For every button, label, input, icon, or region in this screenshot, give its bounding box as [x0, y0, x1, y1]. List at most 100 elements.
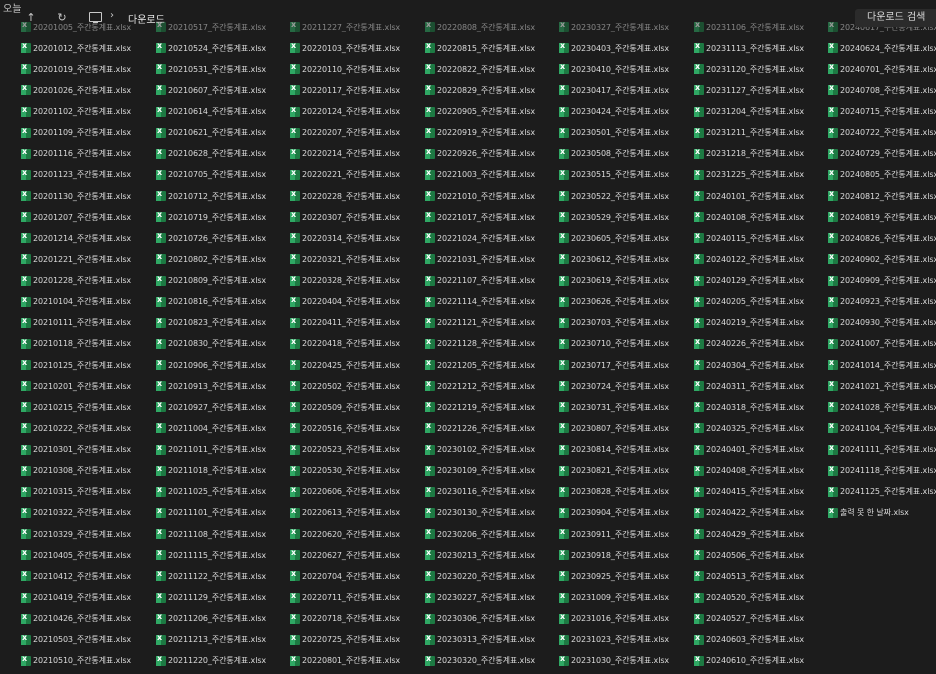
- file-item[interactable]: 20230925_주간통계표.xlsx: [559, 569, 691, 583]
- file-item[interactable]: 20231218_주간통계표.xlsx: [694, 147, 826, 161]
- file-item[interactable]: 20211122_주간통계표.xlsx: [156, 569, 288, 583]
- file-item[interactable]: 20240722_주간통계표.xlsx: [828, 126, 936, 140]
- file-item[interactable]: 20220801_주간통계표.xlsx: [290, 654, 422, 668]
- file-item[interactable]: 20230313_주간통계표.xlsx: [425, 633, 557, 647]
- file-item[interactable]: 20210125_주간통계표.xlsx: [21, 358, 153, 372]
- file-item[interactable]: 20220627_주간통계표.xlsx: [290, 548, 422, 562]
- file-item[interactable]: 20240325_주간통계표.xlsx: [694, 421, 826, 435]
- file-item[interactable]: 20240902_주간통계표.xlsx: [828, 252, 936, 266]
- file-item[interactable]: 20230424_주간통계표.xlsx: [559, 105, 691, 119]
- file-item[interactable]: 20240527_주간통계표.xlsx: [694, 612, 826, 626]
- file-item[interactable]: 20230612_주간통계표.xlsx: [559, 252, 691, 266]
- file-item[interactable]: 20241104_주간통계표.xlsx: [828, 421, 936, 435]
- file-item[interactable]: 20230710_주간통계표.xlsx: [559, 337, 691, 351]
- file-item[interactable]: 20210503_주간통계표.xlsx: [21, 633, 153, 647]
- file-item[interactable]: 20201123_주간통계표.xlsx: [21, 168, 153, 182]
- file-item[interactable]: 20210322_주간통계표.xlsx: [21, 506, 153, 520]
- file-item[interactable]: 20220530_주간통계표.xlsx: [290, 464, 422, 478]
- file-item[interactable]: 20230116_주간통계표.xlsx: [425, 485, 557, 499]
- file-item[interactable]: 20220829_주간통계표.xlsx: [425, 83, 557, 97]
- file-item[interactable]: 20221107_주간통계표.xlsx: [425, 274, 557, 288]
- file-item[interactable]: 20220815_주간통계표.xlsx: [425, 41, 557, 55]
- file-item[interactable]: 20211025_주간통계표.xlsx: [156, 485, 288, 499]
- file-item[interactable]: 20240930_주간통계표.xlsx: [828, 316, 936, 330]
- file-item[interactable]: 20241118_주간통계표.xlsx: [828, 464, 936, 478]
- file-item[interactable]: 20231023_주간통계표.xlsx: [559, 633, 691, 647]
- file-item[interactable]: 20230206_주간통계표.xlsx: [425, 527, 557, 541]
- file-item[interactable]: 20221128_주간통계표.xlsx: [425, 337, 557, 351]
- file-item[interactable]: 20230220_주간통계표.xlsx: [425, 569, 557, 583]
- file-item[interactable]: 20231030_주간통계표.xlsx: [559, 654, 691, 668]
- file-item[interactable]: 20241014_주간통계표.xlsx: [828, 358, 936, 372]
- file-item[interactable]: 20240129_주간통계표.xlsx: [694, 274, 826, 288]
- file-item[interactable]: 20231120_주간통계표.xlsx: [694, 62, 826, 76]
- file-item[interactable]: 20240219_주간통계표.xlsx: [694, 316, 826, 330]
- file-item[interactable]: 20211018_주간통계표.xlsx: [156, 464, 288, 478]
- file-item[interactable]: 20220103_주간통계표.xlsx: [290, 41, 422, 55]
- file-item[interactable]: 20211108_주간통계표.xlsx: [156, 527, 288, 541]
- file-item[interactable]: 20230227_주간통계표.xlsx: [425, 591, 557, 605]
- file-item[interactable]: 20230619_주간통계표.xlsx: [559, 274, 691, 288]
- file-item[interactable]: 20220228_주간통계표.xlsx: [290, 189, 422, 203]
- search-input[interactable]: [855, 9, 936, 27]
- file-item[interactable]: 20240304_주간통계표.xlsx: [694, 358, 826, 372]
- file-item[interactable]: 20220418_주간통계표.xlsx: [290, 337, 422, 351]
- file-item[interactable]: 20240422_주간통계표.xlsx: [694, 506, 826, 520]
- file-item[interactable]: 20210719_주간통계표.xlsx: [156, 210, 288, 224]
- file-item[interactable]: 20240205_주간통계표.xlsx: [694, 295, 826, 309]
- file-item[interactable]: 20220328_주간통계표.xlsx: [290, 274, 422, 288]
- file-item[interactable]: 20220110_주간통계표.xlsx: [290, 62, 422, 76]
- file-item[interactable]: 20230814_주간통계표.xlsx: [559, 443, 691, 457]
- file-item[interactable]: 20220307_주간통계표.xlsx: [290, 210, 422, 224]
- file-item[interactable]: 20210823_주간통계표.xlsx: [156, 316, 288, 330]
- file-item[interactable]: 20201214_주간통계표.xlsx: [21, 231, 153, 245]
- file-item[interactable]: 20221031_주간통계표.xlsx: [425, 252, 557, 266]
- file-item[interactable]: 20210802_주간통계표.xlsx: [156, 252, 288, 266]
- file-item[interactable]: 20221226_주간통계표.xlsx: [425, 421, 557, 435]
- file-item[interactable]: 20221205_주간통계표.xlsx: [425, 358, 557, 372]
- file-item[interactable]: 20210913_주간통계표.xlsx: [156, 379, 288, 393]
- file-item[interactable]: 20241111_주간통계표.xlsx: [828, 443, 936, 457]
- file-item[interactable]: 20240429_주간통계표.xlsx: [694, 527, 826, 541]
- file-item[interactable]: 20220905_주간통계표.xlsx: [425, 105, 557, 119]
- file-item[interactable]: 20210628_주간통계표.xlsx: [156, 147, 288, 161]
- file-item[interactable]: 20240415_주간통계표.xlsx: [694, 485, 826, 499]
- file-item[interactable]: 20230828_주간통계표.xlsx: [559, 485, 691, 499]
- file-item[interactable]: 20230320_주간통계표.xlsx: [425, 654, 557, 668]
- file-item[interactable]: 20220822_주간통계표.xlsx: [425, 62, 557, 76]
- file-item[interactable]: 20240826_주간통계표.xlsx: [828, 231, 936, 245]
- file-item[interactable]: 20210712_주간통계표.xlsx: [156, 189, 288, 203]
- file-item[interactable]: 20220725_주간통계표.xlsx: [290, 633, 422, 647]
- file-item[interactable]: 20240715_주간통계표.xlsx: [828, 105, 936, 119]
- file-item[interactable]: 20230508_주간통계표.xlsx: [559, 147, 691, 161]
- file-item[interactable]: 20210614_주간통계표.xlsx: [156, 105, 288, 119]
- file-item[interactable]: 20230911_주간통계표.xlsx: [559, 527, 691, 541]
- file-item[interactable]: 20240101_주간통계표.xlsx: [694, 189, 826, 203]
- file-item[interactable]: 20201116_주간통계표.xlsx: [21, 147, 153, 161]
- file-item[interactable]: 20240624_주간통계표.xlsx: [828, 41, 936, 55]
- file-item[interactable]: 20220124_주간통계표.xlsx: [290, 105, 422, 119]
- file-item[interactable]: 20230731_주간통계표.xlsx: [559, 400, 691, 414]
- file-item[interactable]: 20240401_주간통계표.xlsx: [694, 443, 826, 457]
- file-item[interactable]: 20220221_주간통계표.xlsx: [290, 168, 422, 182]
- file-item[interactable]: 20240520_주간통계표.xlsx: [694, 591, 826, 605]
- file-item[interactable]: 20220919_주간통계표.xlsx: [425, 126, 557, 140]
- file-item[interactable]: 20210201_주간통계표.xlsx: [21, 379, 153, 393]
- file-item[interactable]: 20210726_주간통계표.xlsx: [156, 231, 288, 245]
- file-item[interactable]: 20230515_주간통계표.xlsx: [559, 168, 691, 182]
- file-item[interactable]: 20201221_주간통계표.xlsx: [21, 252, 153, 266]
- file-item[interactable]: 20230918_주간통계표.xlsx: [559, 548, 691, 562]
- file-item[interactable]: 20201012_주간통계표.xlsx: [21, 41, 153, 55]
- file-item[interactable]: 20220321_주간통계표.xlsx: [290, 252, 422, 266]
- file-item[interactable]: 20211011_주간통계표.xlsx: [156, 443, 288, 457]
- file-item[interactable]: 20230626_주간통계표.xlsx: [559, 295, 691, 309]
- file-item[interactable]: 20210405_주간통계표.xlsx: [21, 548, 153, 562]
- file-item[interactable]: 20240923_주간통계표.xlsx: [828, 295, 936, 309]
- file-item[interactable]: 20230102_주간통계표.xlsx: [425, 443, 557, 457]
- file-item[interactable]: 20201019_주간통계표.xlsx: [21, 62, 153, 76]
- file-item[interactable]: 20220207_주간통계표.xlsx: [290, 126, 422, 140]
- file-item[interactable]: 20240115_주간통계표.xlsx: [694, 231, 826, 245]
- file-item[interactable]: 20210607_주간통계표.xlsx: [156, 83, 288, 97]
- file-item[interactable]: 20201130_주간통계표.xlsx: [21, 189, 153, 203]
- file-item[interactable]: 20210705_주간통계표.xlsx: [156, 168, 288, 182]
